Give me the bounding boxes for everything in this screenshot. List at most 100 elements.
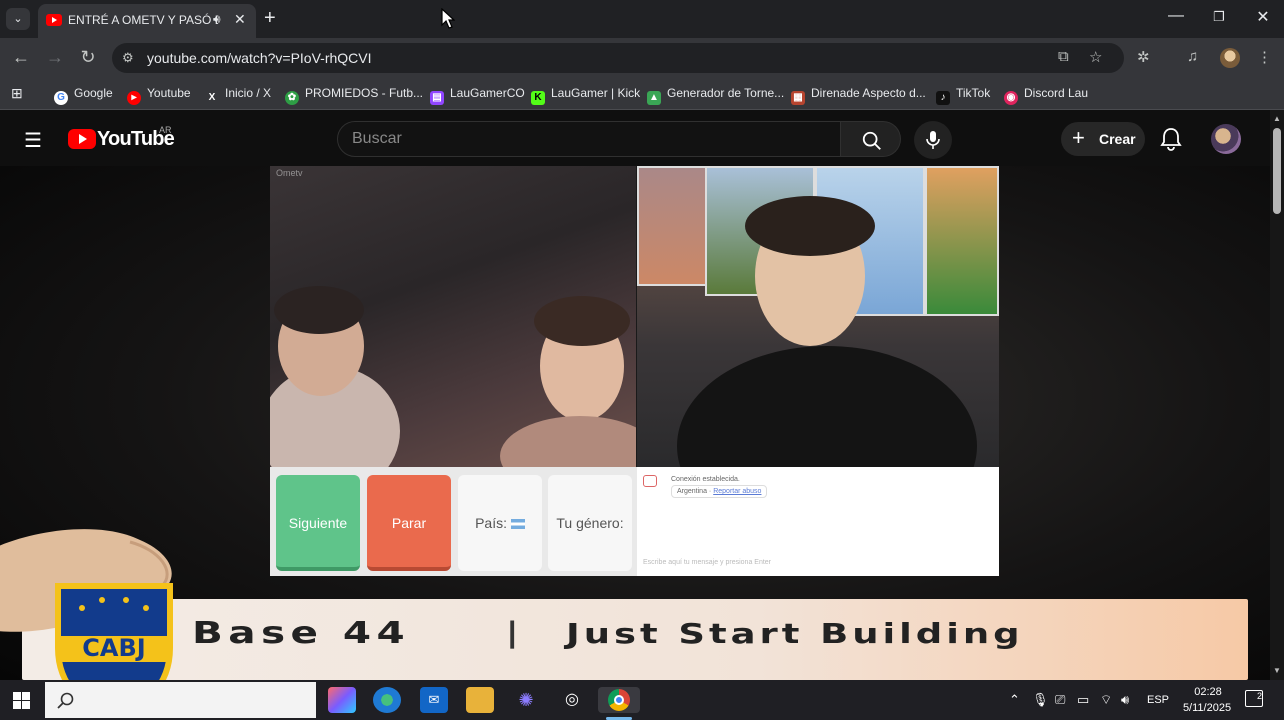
clock-date[interactable]: 5/11/2025 <box>1178 702 1236 714</box>
bookmark-tiktok[interactable]: ♪ TikTok <box>936 86 990 105</box>
windows-taskbar: ✉ ✺ ◎ ⌃ 🎙︎ ⎚ ▭ ⌔ 🔊︎ ESP 02:28 5/11/2025 … <box>0 680 1284 720</box>
report-abuse-link[interactable]: Reportar abuso <box>713 488 761 495</box>
voice-search-button[interactable] <box>914 121 952 159</box>
stop-button[interactable]: Parar <box>367 475 451 571</box>
camera-tray-icon[interactable]: ⎚ <box>1055 692 1065 708</box>
microphone-tray-icon[interactable]: 🎙︎ <box>1032 692 1049 708</box>
notifications-bell-icon[interactable] <box>1160 127 1182 151</box>
show-hidden-icons-chevron-icon[interactable]: ⌃ <box>1009 692 1020 708</box>
direnade-icon: ▦ <box>791 91 805 105</box>
scrollbar-thumb[interactable] <box>1273 128 1281 214</box>
audio-playing-icon[interactable]: 🔊︎ <box>213 12 221 27</box>
search-icon <box>57 692 74 709</box>
banner-separator: | <box>508 616 517 649</box>
stranger-camera-feed: Ometv <box>270 166 636 467</box>
minimize-button[interactable]: — <box>1161 7 1191 25</box>
youtube-logo-icon[interactable] <box>68 129 96 149</box>
wifi-icon[interactable]: ⌔ <box>1100 692 1112 708</box>
ometv-controls: Siguiente Parar País: Tu género: <box>270 467 637 626</box>
install-app-icon[interactable]: ⧉ <box>1058 48 1069 65</box>
bookmark-twitch[interactable]: ▤ LauGamerCO <box>430 86 525 105</box>
bookmark-star-icon[interactable]: ☆ <box>1089 48 1102 66</box>
country-code: AR <box>159 125 172 135</box>
streamer-camera-feed <box>637 166 999 467</box>
bookmark-kick[interactable]: K LauGamer | Kick <box>531 86 640 105</box>
ometv-logo-icon <box>643 475 657 487</box>
twitch-icon: ▤ <box>430 91 444 105</box>
input-language[interactable]: ESP <box>1147 694 1169 706</box>
new-tab-button[interactable]: + <box>264 7 276 30</box>
plus-icon: + <box>1072 125 1085 150</box>
ometv-chat-panel: Conexión establecida. Argentina · Report… <box>637 467 999 576</box>
discord-icon: ◉ <box>1004 91 1018 105</box>
google-icon: G <box>54 91 68 105</box>
extensions-icon[interactable]: ✲ <box>1137 48 1150 66</box>
address-bar[interactable]: ⚙︎ youtube.com/watch?v=PIoV-rhQCVI ⧉ ☆ <box>112 43 1124 73</box>
x-icon: X <box>208 92 216 103</box>
bookmark-x[interactable]: X Inicio / X <box>205 86 271 105</box>
flag-icon <box>510 519 525 529</box>
youtube-favicon-icon <box>46 14 62 26</box>
bookmark-direnade[interactable]: ▦ Direnade Aspecto d... <box>791 86 926 105</box>
close-tab-icon[interactable]: ✕ <box>234 11 246 28</box>
tab-search-button[interactable]: ⌄ <box>6 8 30 30</box>
search-input[interactable] <box>352 130 822 148</box>
more-menu-icon[interactable]: ⋮ <box>1257 48 1272 66</box>
forward-arrow-icon[interactable]: → <box>44 47 66 68</box>
chat-input-hint[interactable]: Escribe aquí tu mensaje y presiona Enter <box>643 559 771 566</box>
banner-brand: Base 44 <box>192 616 411 651</box>
promiedos-icon: ✿ <box>285 91 299 105</box>
video-player[interactable]: Ometv Siguiente Parar País: Tu género: C… <box>0 166 1270 680</box>
clock-time[interactable]: 02:28 <box>1188 686 1228 698</box>
close-window-button[interactable]: ✕ <box>1248 7 1278 27</box>
edge-app-icon[interactable] <box>373 687 401 713</box>
restore-button[interactable]: ❐ <box>1204 9 1234 25</box>
apps-grid-icon[interactable]: ⊞ <box>11 85 23 102</box>
scroll-up-arrow-icon[interactable]: ▲ <box>1273 114 1281 123</box>
ometv-watermark: Ometv <box>276 168 303 178</box>
site-info-icon[interactable]: ⚙︎ <box>122 50 134 66</box>
bookmark-promiedos[interactable]: ✿ PROMIEDOS - Futb... <box>285 86 423 105</box>
windows-start-icon[interactable] <box>13 692 30 709</box>
notifications-center-icon[interactable]: 2 <box>1245 690 1263 707</box>
create-button[interactable]: + Crear <box>1061 122 1145 156</box>
bookmark-google[interactable]: G Google <box>54 86 113 105</box>
ometv-window: Ometv Siguiente Parar País: Tu género: C… <box>270 166 999 626</box>
hamburger-menu-icon[interactable]: ☰ <box>24 128 42 153</box>
sparkle-app-icon[interactable]: ✺ <box>512 687 540 713</box>
next-button[interactable]: Siguiente <box>276 475 360 571</box>
youtube-icon: ▸ <box>127 91 141 105</box>
tiktok-icon: ♪ <box>936 91 950 105</box>
page-scrollbar[interactable]: ▲ ▼ <box>1270 110 1284 680</box>
kick-icon: K <box>531 91 545 105</box>
copilot-app-icon[interactable] <box>328 687 356 713</box>
bookmark-discord[interactable]: ◉ Discord Lau <box>1004 86 1088 105</box>
notifications-count: 2 <box>1256 691 1262 701</box>
profile-avatar[interactable] <box>1220 48 1240 68</box>
bookmark-generador[interactable]: ▲ Generador de Torne... <box>647 86 784 105</box>
media-control-icon[interactable]: ♫ <box>1187 48 1198 65</box>
network-tray-icon[interactable]: ▭ <box>1077 692 1089 708</box>
bookmark-youtube[interactable]: ▸ Youtube <box>127 86 191 105</box>
search-button[interactable] <box>841 121 901 157</box>
chrome-app-icon[interactable] <box>598 687 640 713</box>
url-text[interactable]: youtube.com/watch?v=PIoV-rhQCVI <box>147 50 372 66</box>
account-avatar[interactable] <box>1211 124 1241 154</box>
volume-icon[interactable]: 🔊︎ <box>1121 692 1129 708</box>
back-arrow-icon[interactable]: ← <box>10 47 32 68</box>
chat-system-message: Conexión establecida. <box>671 476 740 483</box>
search-icon <box>862 131 881 150</box>
active-tab[interactable]: ENTRÉ A OMETV Y PASÓ ES 🔊︎ ✕ <box>38 4 256 38</box>
file-explorer-app-icon[interactable] <box>466 687 494 713</box>
reload-icon[interactable]: ↻ <box>77 47 99 68</box>
obs-app-icon[interactable]: ◎ <box>558 687 586 713</box>
sponsor-banner: Base 44 | Just Start Building <box>22 599 1248 680</box>
taskbar-search-box[interactable] <box>45 682 316 718</box>
gender-filter-button[interactable]: Tu género: <box>548 475 632 626</box>
country-filter-button[interactable]: País: <box>458 475 542 571</box>
search-box[interactable] <box>337 121 841 157</box>
scroll-down-arrow-icon[interactable]: ▼ <box>1273 666 1281 675</box>
banner-tagline: Just Start Building <box>566 617 1024 650</box>
outlook-app-icon[interactable]: ✉ <box>420 687 448 713</box>
mouse-cursor-icon <box>441 8 455 29</box>
